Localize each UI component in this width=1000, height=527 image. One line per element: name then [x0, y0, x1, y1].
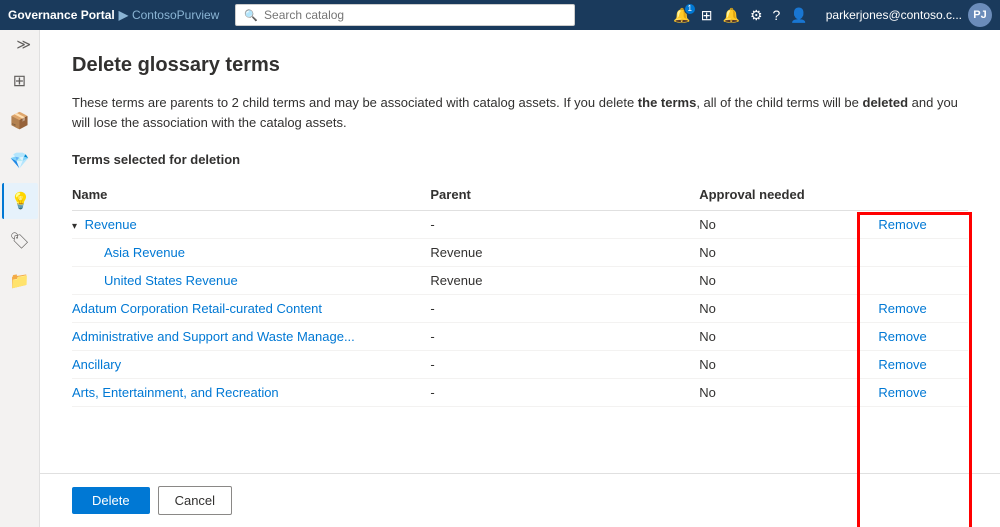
- approval-cell: No: [699, 295, 878, 323]
- approval-cell: No: [699, 351, 878, 379]
- sidebar: ≫ ⊞ 📦 💎 💡 🏷 📁: [0, 30, 40, 527]
- col-header-parent: Parent: [430, 179, 699, 211]
- warning-text: These terms are parents to 2 child terms…: [72, 93, 968, 132]
- page-title: Delete glossary terms: [72, 54, 968, 77]
- term-link-ancillary[interactable]: Ancillary: [72, 357, 121, 372]
- term-link-admin[interactable]: Administrative and Support and Waste Man…: [72, 329, 355, 344]
- archive-icon: 📁: [10, 271, 30, 291]
- remove-button-ancillary[interactable]: Remove: [878, 357, 926, 372]
- user-section: parkerjones@contoso.c... PJ: [826, 3, 992, 27]
- warning-middle: , all of the child terms will be: [696, 95, 862, 110]
- parent-cell: -: [430, 211, 699, 239]
- parent-cell: -: [430, 295, 699, 323]
- footer-actions: Delete Cancel: [40, 473, 1000, 527]
- remove-button-adatum[interactable]: Remove: [878, 301, 926, 316]
- term-link-asia-revenue[interactable]: Asia Revenue: [104, 245, 185, 260]
- warning-bold1: the terms: [638, 95, 697, 110]
- search-bar[interactable]: 🔍: [235, 4, 575, 26]
- sidebar-item-home[interactable]: ⊞: [2, 63, 38, 99]
- sidebar-item-archive[interactable]: 📁: [2, 263, 38, 299]
- approval-cell: No: [699, 239, 878, 267]
- parent-cell: Revenue: [430, 239, 699, 267]
- avatar[interactable]: PJ: [968, 3, 992, 27]
- home-icon: ⊞: [13, 71, 26, 91]
- approval-cell: No: [699, 379, 878, 407]
- remove-button-admin[interactable]: Remove: [878, 329, 926, 344]
- alert-icon[interactable]: 🔔: [723, 7, 740, 24]
- brand-name: Governance Portal: [8, 8, 115, 22]
- glossary-icon: 💡: [11, 191, 31, 211]
- sub-brand-name: ContosoPurview: [132, 8, 219, 22]
- people-icon[interactable]: 👤: [790, 7, 807, 24]
- search-input[interactable]: [264, 8, 566, 22]
- term-link-arts[interactable]: Arts, Entertainment, and Recreation: [72, 385, 279, 400]
- remove-button-arts[interactable]: Remove: [878, 385, 926, 400]
- term-link-revenue[interactable]: Revenue: [85, 217, 137, 232]
- term-link-adatum[interactable]: Adatum Corporation Retail-curated Conten…: [72, 301, 322, 316]
- cancel-button[interactable]: Cancel: [158, 486, 232, 515]
- table-row: Adatum Corporation Retail-curated Conten…: [72, 295, 968, 323]
- approval-cell: No: [699, 267, 878, 295]
- parent-cell: Revenue: [430, 267, 699, 295]
- sidebar-item-assets[interactable]: 🏷: [2, 223, 38, 259]
- table-row: Ancillary - No Remove: [72, 351, 968, 379]
- help-icon[interactable]: ?: [773, 7, 781, 23]
- col-header-name: Name: [72, 179, 430, 211]
- sidebar-toggle[interactable]: ≫: [0, 36, 39, 53]
- main-content: Delete glossary terms These terms are pa…: [40, 30, 1000, 527]
- top-navigation: Governance Portal ▶ ContosoPurview 🔍 🔔 1…: [0, 0, 1000, 30]
- sidebar-item-catalog[interactable]: 📦: [2, 103, 38, 139]
- parent-cell: -: [430, 351, 699, 379]
- main-layout: ≫ ⊞ 📦 💎 💡 🏷 📁 Delete glossary terms Thes…: [0, 30, 1000, 527]
- user-name: parkerjones@contoso.c...: [826, 8, 962, 22]
- col-header-action: [878, 179, 968, 211]
- warning-bold2: deleted: [863, 95, 909, 110]
- term-link-us-revenue[interactable]: United States Revenue: [104, 273, 238, 288]
- table-row: Arts, Entertainment, and Recreation - No…: [72, 379, 968, 407]
- settings-icon[interactable]: ⚙: [750, 7, 763, 24]
- delete-button[interactable]: Delete: [72, 487, 150, 514]
- search-icon: 🔍: [244, 9, 258, 22]
- insights-icon: 💎: [10, 151, 30, 171]
- assets-icon: 🏷: [9, 231, 29, 251]
- sidebar-item-glossary[interactable]: 💡: [2, 183, 38, 219]
- table-row: Asia Revenue Revenue No: [72, 239, 968, 267]
- notification-badge: 1: [684, 3, 696, 15]
- section-title: Terms selected for deletion: [72, 152, 968, 167]
- catalog-icon: 📦: [10, 111, 30, 131]
- col-header-approval: Approval needed: [699, 179, 878, 211]
- breadcrumb-separator: ▶: [119, 8, 128, 22]
- collection-icon[interactable]: ⊞: [701, 7, 713, 24]
- nav-icons-area: 🔔 1 ⊞ 🔔 ⚙ ? 👤 parkerjones@contoso.c... P…: [673, 3, 992, 27]
- remove-button-revenue[interactable]: Remove: [878, 217, 926, 232]
- brand-area: Governance Portal ▶ ContosoPurview: [8, 8, 219, 22]
- parent-cell: -: [430, 379, 699, 407]
- table-row: Administrative and Support and Waste Man…: [72, 323, 968, 351]
- table-row: United States Revenue Revenue No: [72, 267, 968, 295]
- table-row: ▾ Revenue - No Remove: [72, 211, 968, 239]
- approval-cell: No: [699, 211, 878, 239]
- parent-cell: -: [430, 323, 699, 351]
- approval-cell: No: [699, 323, 878, 351]
- warning-before: These terms are parents to 2 child terms…: [72, 95, 638, 110]
- terms-table: Name Parent Approval needed ▾ Revenue -: [72, 179, 968, 407]
- sidebar-item-insights[interactable]: 💎: [2, 143, 38, 179]
- notification-icon[interactable]: 🔔 1: [673, 7, 690, 24]
- expand-icon: ▾: [72, 221, 77, 232]
